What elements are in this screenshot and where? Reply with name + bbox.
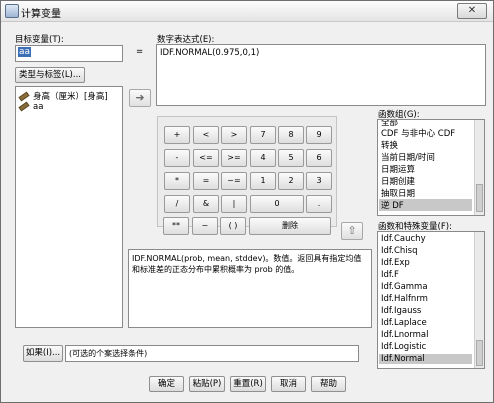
target-variable-input[interactable]: aa [15,45,123,62]
key-equal[interactable]: = [193,172,219,190]
variable-item[interactable]: 身高（厘米）[身高] [18,90,108,102]
key-0[interactable]: 0 [250,195,304,213]
function-item-selected[interactable]: Idf.Normal [379,354,472,364]
function-item[interactable]: Idf.Halfnrm [381,294,428,304]
move-variable-arrow-button[interactable]: ➜ [129,89,151,107]
key-and[interactable]: & [193,195,219,213]
function-group-list: 全部 CDF 与非中心 CDF 转换 当前日期/时间 日期运算 日期创建 抽取日… [377,119,485,216]
key-parentheses[interactable]: ( ) [220,217,246,235]
function-group-item[interactable]: CDF 与非中心 CDF [381,127,455,139]
function-item[interactable]: Idf.Lnormal [381,330,429,340]
title-bar: 计算变量 ✕ [1,1,493,22]
key-6[interactable]: 6 [306,149,332,167]
scale-variable-icon [18,91,30,102]
cancel-button[interactable]: 取消 [271,376,306,392]
key-greater-than[interactable]: > [221,126,247,144]
key-7[interactable]: 7 [250,126,276,144]
key-9[interactable]: 9 [306,126,332,144]
function-description: IDF.NORMAL(prob, mean, stddev)。数值。返回具有指定… [128,249,372,328]
numeric-expression-value: IDF.NORMAL(0.975,0,1) [160,48,260,58]
key-multiply[interactable]: * [164,172,190,190]
functions-list: Idf.Cauchy Idf.Chisq Idf.Exp Idf.F Idf.G… [377,231,485,369]
calculator-keypad: + < > 7 8 9 - <= >= 4 5 6 * = ~= 1 2 3 /… [157,116,337,227]
function-group-item[interactable]: 转换 [381,139,398,151]
key-1[interactable]: 1 [250,172,276,190]
scrollbar-thumb[interactable] [476,340,483,366]
target-variable-label: 目标变量(T): [15,35,64,45]
ok-button[interactable]: 确定 [149,376,184,392]
function-item[interactable]: Idf.Logistic [381,342,426,352]
function-group-item[interactable]: 日期创建 [381,175,415,187]
if-button[interactable]: 如果(I)... [23,345,63,362]
insert-function-arrow-button[interactable]: ⇧ [341,222,363,240]
key-power[interactable]: ** [163,217,189,235]
key-less-than[interactable]: < [193,126,219,144]
function-item[interactable]: Idf.Exp [381,258,410,268]
key-8[interactable]: 8 [278,126,304,144]
function-item[interactable]: Idf.Chisq [381,246,418,256]
function-description-text: IDF.NORMAL(prob, mean, stddev)。数值。返回具有指定… [132,254,362,274]
key-greater-equal[interactable]: >= [221,149,247,167]
scale-variable-icon [18,101,30,112]
scrollbar-thumb[interactable] [476,184,483,212]
help-button[interactable]: 帮助 [311,376,346,392]
compute-variable-dialog: 计算变量 ✕ 目标变量(T): aa = 类型与标签(L)... 身高（厘米）[… [0,0,494,403]
key-less-equal[interactable]: <= [193,149,219,167]
function-group-scrollbar[interactable] [474,120,484,215]
key-delete[interactable]: 删除 [249,217,331,235]
key-decimal[interactable]: . [306,195,332,213]
function-item[interactable]: Idf.Laplace [381,318,427,328]
function-group-item[interactable]: 日期运算 [381,163,415,175]
function-item[interactable]: Idf.Igauss [381,306,421,316]
key-or[interactable]: | [221,195,247,213]
if-condition-text: (可选的个案选择条件) [69,349,148,358]
function-group-item-selected[interactable]: 逆 DF [379,199,472,211]
key-3[interactable]: 3 [306,172,332,190]
key-5[interactable]: 5 [278,149,304,167]
key-not-equal[interactable]: ~= [221,172,247,190]
function-item[interactable]: Idf.Gamma [381,282,428,292]
variable-list: 身高（厘米）[身高] aa [15,86,123,328]
equals-sign: = [136,47,144,57]
reset-button[interactable]: 重置(R) [230,376,266,392]
key-not[interactable]: ~ [192,217,218,235]
function-item[interactable]: Idf.F [381,270,399,280]
if-condition-field[interactable]: (可选的个案选择条件) [65,345,359,362]
function-group-item[interactable]: 抽取日期 [381,187,415,199]
app-icon [5,4,19,18]
key-4[interactable]: 4 [250,149,276,167]
paste-button[interactable]: 粘贴(P) [189,376,225,392]
key-divide[interactable]: / [164,195,190,213]
function-group-item[interactable]: 当前日期/时间 [381,151,435,163]
function-item[interactable]: Idf.Cauchy [381,234,426,244]
variable-item[interactable]: aa [18,101,43,112]
close-button[interactable]: ✕ [457,3,487,19]
numeric-expression-input[interactable]: IDF.NORMAL(0.975,0,1) [156,44,486,106]
target-variable-value: aa [18,47,32,57]
type-and-label-button[interactable]: 类型与标签(L)... [15,67,85,83]
key-plus[interactable]: + [164,126,190,144]
functions-scrollbar[interactable] [474,232,484,368]
key-minus[interactable]: - [164,149,190,167]
key-2[interactable]: 2 [278,172,304,190]
window-title: 计算变量 [21,9,61,20]
